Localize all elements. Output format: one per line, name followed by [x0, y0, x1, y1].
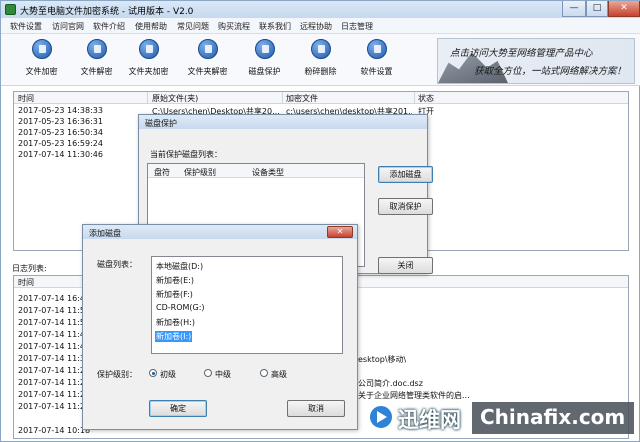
app-icon — [5, 4, 16, 15]
folder-unlock-icon — [197, 39, 218, 59]
file-unlock-icon — [86, 39, 107, 59]
disk-item[interactable]: 本地磁盘(D:) — [155, 261, 204, 272]
watermark: 迅维网 Chinafix.com — [368, 400, 634, 436]
add-disk-title: 添加磁盘 — [89, 229, 121, 238]
menu-item-intro[interactable]: 软件介绍 — [93, 21, 125, 32]
log-row[interactable]: 2017-07-14 11:25 — [18, 390, 90, 399]
level-basic-label: 初级 — [160, 370, 176, 379]
disk-protect-button[interactable]: 磁盘保护 — [237, 39, 292, 83]
file-table-header: 时间 原始文件(夹) 加密文件 状态 — [14, 92, 628, 104]
menu-bar: 软件设置 访问官网 软件介绍 使用帮助 常见问题 购买流程 联系我们 远程协助 … — [1, 18, 640, 34]
ok-button[interactable]: 确定 — [149, 400, 207, 417]
banner-line-2: 获取全方位，一站式网络解决方案！ — [474, 66, 627, 77]
column-encrypted[interactable]: 加密文件 — [286, 93, 318, 104]
level-basic-radio[interactable] — [149, 369, 157, 377]
add-disk-close-button[interactable]: ✕ — [327, 226, 353, 238]
add-disk-button[interactable]: 添加磁盘 — [378, 166, 433, 183]
add-disk-title-bar: 添加磁盘 ✕ — [83, 225, 357, 239]
disk-list-label: 磁盘列表： — [97, 260, 137, 269]
log-row[interactable]: 2017-07-14 11:48 — [18, 330, 90, 339]
cancel-button[interactable]: 取消 — [287, 400, 345, 417]
log-path-fragment: esktop\移动\ — [358, 355, 407, 364]
log-row[interactable]: 2017-07-14 11:26 — [18, 378, 90, 387]
file-decrypt-button[interactable]: 文件解密 — [69, 39, 124, 83]
log-row[interactable]: 2017-07-14 11:47 — [18, 342, 90, 351]
file-lock-icon — [31, 39, 52, 59]
cancel-protect-button[interactable]: 取消保护 — [378, 198, 433, 215]
shred-delete-button[interactable]: 粉碎删除 — [293, 39, 348, 83]
disk-item-selected[interactable]: 新加卷(I:) — [155, 331, 193, 342]
minimize-button[interactable]: — — [562, 1, 586, 17]
log-row[interactable]: 2017-07-14 11:30 — [18, 354, 90, 363]
shred-icon — [310, 39, 331, 59]
log-row[interactable]: 2017-07-14 11:24 — [18, 402, 90, 411]
folder-encrypt-button[interactable]: 文件夹加密 — [121, 39, 176, 83]
level-medium-radio[interactable] — [204, 369, 212, 377]
file-encrypt-button[interactable]: 文件加密 — [14, 39, 69, 83]
promo-banner[interactable]: 点击访问大势至网络管理产品中心 获取全方位，一站式网络解决方案！ — [437, 38, 635, 84]
settings-icon — [366, 39, 387, 59]
column-status[interactable]: 状态 — [418, 93, 434, 104]
log-list-label: 日志列表: — [12, 264, 47, 273]
menu-item-log[interactable]: 日志管理 — [341, 21, 373, 32]
log-row[interactable]: 2017-07-14 10:18 — [18, 426, 90, 435]
disk-item[interactable]: 新加卷(E:) — [155, 275, 195, 286]
watermark-cn: 迅维网 — [398, 408, 461, 432]
disk-protect-icon — [254, 39, 275, 59]
disk-item[interactable]: 新加卷(H:) — [155, 317, 196, 328]
watermark-box: Chinafix.com — [472, 402, 634, 434]
log-row[interactable]: 2017-07-14 16:47 — [18, 294, 90, 303]
log-file-fragment: 公司简介.doc.dsz — [358, 379, 423, 388]
protect-level-label: 保护级别： — [97, 370, 137, 379]
level-high-radio[interactable] — [260, 369, 268, 377]
menu-item-help[interactable]: 使用帮助 — [135, 21, 167, 32]
protected-list-label: 当前保护磁盘列表： — [150, 150, 222, 159]
column-drive[interactable]: 盘符 — [154, 167, 170, 178]
disk-list[interactable]: 本地磁盘(D:) 新加卷(E:) 新加卷(F:) CD-ROM(G:) 新加卷(… — [151, 256, 343, 354]
folder-lock-icon — [138, 39, 159, 59]
disk-protect-title-bar: 磁盘保护 — [139, 115, 427, 129]
folder-decrypt-button[interactable]: 文件夹解密 — [180, 39, 235, 83]
watermark-en: Chinafix.com — [480, 405, 626, 429]
log-row[interactable]: 2017-07-14 11:51 — [18, 306, 90, 315]
log-column-time[interactable]: 时间 — [18, 277, 34, 288]
add-disk-dialog: 添加磁盘 ✕ 磁盘列表： 本地磁盘(D:) 新加卷(E:) 新加卷(F:) CD… — [82, 224, 358, 430]
menu-item-contact[interactable]: 联系我们 — [259, 21, 291, 32]
banner-line-1: 点击访问大势至网络管理产品中心 — [450, 48, 593, 59]
level-medium-label: 中级 — [215, 370, 231, 379]
column-device-type[interactable]: 设备类型 — [252, 167, 284, 178]
window-title: 大势至电脑文件加密系统 - 试用版本 - V2.0 — [20, 7, 194, 17]
protected-list-header: 盘符 保护级别 设备类型 — [148, 164, 364, 178]
level-high-label: 高级 — [271, 370, 287, 379]
disk-item[interactable]: 新加卷(F:) — [155, 289, 194, 300]
maximize-button[interactable]: □ — [586, 1, 608, 17]
close-dialog-button[interactable]: 关闭 — [378, 257, 433, 274]
watermark-logo-icon — [368, 404, 394, 430]
log-row[interactable]: 2017-07-14 11:26 — [18, 366, 90, 375]
close-button[interactable]: ✕ — [608, 1, 640, 17]
software-settings-button[interactable]: 软件设置 — [349, 39, 404, 83]
menu-item-faq[interactable]: 常见问题 — [177, 21, 209, 32]
disk-protect-title: 磁盘保护 — [145, 119, 177, 128]
column-time[interactable]: 时间 — [18, 93, 34, 104]
disk-item[interactable]: CD-ROM(G:) — [155, 303, 206, 312]
menu-item-remote[interactable]: 远程协助 — [300, 21, 332, 32]
title-bar: 大势至电脑文件加密系统 - 试用版本 - V2.0 — □ ✕ — [1, 1, 640, 18]
menu-item-website[interactable]: 访问官网 — [52, 21, 84, 32]
log-row[interactable]: 2017-07-14 11:51 — [18, 318, 90, 327]
menu-item-settings[interactable]: 软件设置 — [10, 21, 42, 32]
menu-item-purchase[interactable]: 购买流程 — [218, 21, 250, 32]
column-level[interactable]: 保护级别 — [184, 167, 216, 178]
column-original[interactable]: 原始文件(夹) — [152, 93, 198, 104]
